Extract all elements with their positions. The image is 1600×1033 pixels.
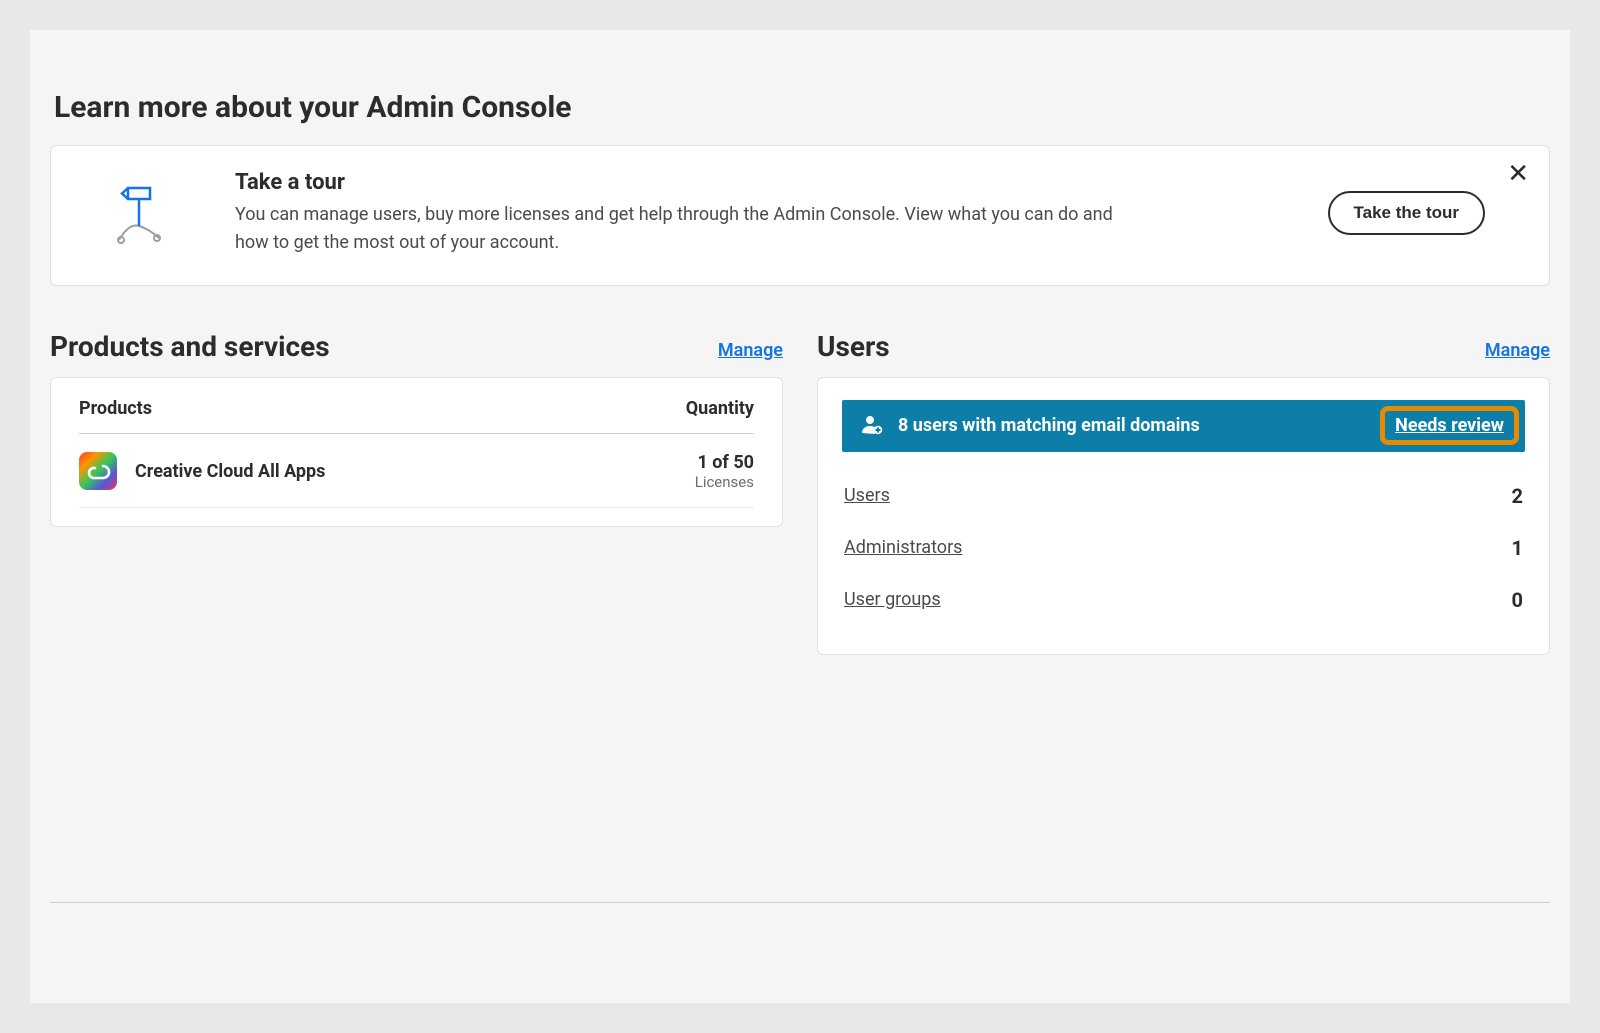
- products-column: Products and services Manage Products Qu…: [50, 330, 783, 655]
- needs-review-highlight: Needs review: [1380, 406, 1519, 445]
- col-quantity: Quantity: [686, 398, 754, 419]
- table-row: Creative Cloud All Apps 1 of 50 Licenses: [79, 434, 754, 508]
- list-item: Administrators 1: [842, 526, 1525, 570]
- review-banner: 8 users with matching email domains Need…: [842, 400, 1525, 452]
- tour-body: Take a tour You can manage users, buy mo…: [235, 170, 1292, 257]
- tour-card: ✕ Take a tour You can manage users, buy …: [50, 145, 1550, 286]
- list-item: Users 2: [842, 474, 1525, 518]
- list-item: User groups 0: [842, 578, 1525, 622]
- users-link[interactable]: Users: [844, 485, 890, 506]
- review-banner-text: 8 users with matching email domains: [898, 415, 1366, 436]
- quantity-unit: Licenses: [695, 473, 754, 491]
- users-count: 2: [1512, 484, 1523, 508]
- administrators-count: 1: [1512, 536, 1523, 560]
- users-column: Users Manage 8 users with matching e: [817, 330, 1550, 655]
- products-header: Products and services Manage: [50, 330, 783, 363]
- close-icon[interactable]: ✕: [1507, 160, 1529, 186]
- signpost-icon: [79, 170, 199, 248]
- manage-users-link[interactable]: Manage: [1485, 340, 1550, 361]
- user-groups-count: 0: [1512, 588, 1523, 612]
- users-title: Users: [817, 330, 890, 363]
- main-columns: Products and services Manage Products Qu…: [50, 330, 1550, 655]
- product-quantity: 1 of 50 Licenses: [695, 452, 754, 491]
- users-panel: 8 users with matching email domains Need…: [817, 377, 1550, 655]
- quantity-value: 1 of 50: [695, 452, 754, 473]
- products-title: Products and services: [50, 330, 330, 363]
- users-header: Users Manage: [817, 330, 1550, 363]
- footer-divider: [50, 902, 1550, 903]
- product-name: Creative Cloud All Apps: [135, 461, 695, 482]
- page-title: Learn more about your Admin Console: [54, 90, 1550, 125]
- take-tour-button[interactable]: Take the tour: [1328, 191, 1485, 235]
- manage-products-link[interactable]: Manage: [718, 340, 783, 361]
- needs-review-link[interactable]: Needs review: [1395, 415, 1504, 436]
- administrators-link[interactable]: Administrators: [844, 537, 962, 558]
- creative-cloud-icon: [79, 452, 117, 490]
- tour-title: Take a tour: [235, 170, 1292, 195]
- products-panel: Products Quantity: [50, 377, 783, 527]
- tour-description: You can manage users, buy more licenses …: [235, 201, 1115, 257]
- col-products: Products: [79, 398, 152, 419]
- user-groups-link[interactable]: User groups: [844, 589, 941, 610]
- user-add-icon: [860, 412, 884, 440]
- products-table-head: Products Quantity: [79, 398, 754, 434]
- admin-console-frame: Learn more about your Admin Console ✕ Ta…: [30, 30, 1570, 1003]
